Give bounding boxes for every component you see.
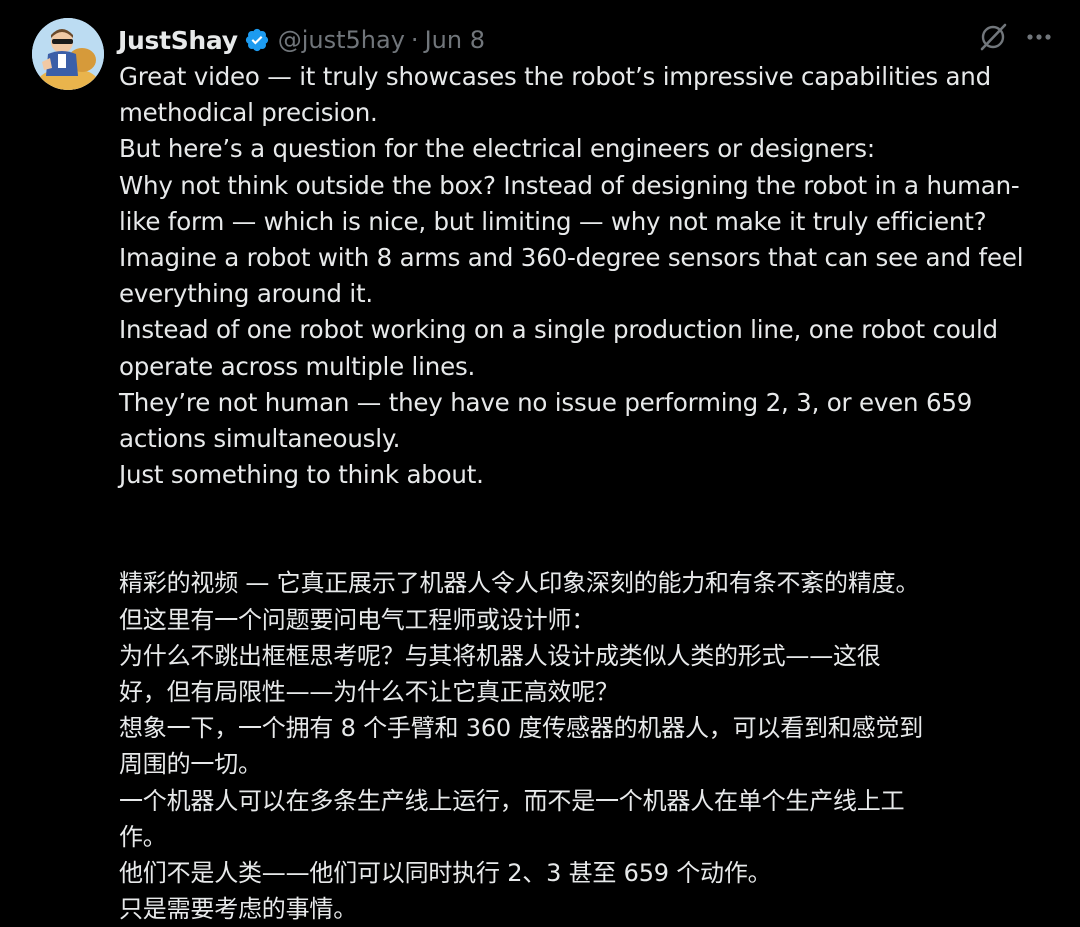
tweet-text-line: They’re not human — they have no issue p… — [119, 387, 973, 417]
tweet-text-line-chinese: 作。 — [119, 822, 167, 851]
tweet-text-line: everything around it. — [119, 279, 373, 309]
display-name[interactable]: JustShay — [118, 26, 238, 55]
tweet-text-line: Great video — it truly showcases the rob… — [119, 62, 991, 91]
tweet-text-line-chinese: 但这里有一个问题要问电气工程师或设计师： — [119, 605, 595, 634]
tweet-text-line-chinese: 精彩的视频 — 它真正展示了机器人令人印象深刻的能力和有条不紊的精度。 — [119, 569, 920, 598]
more-dots-icon[interactable] — [1024, 22, 1054, 52]
tweet-text-line-chinese: 只是需要考虑的事情。 — [119, 895, 357, 924]
avatar-illustration-icon — [32, 18, 104, 90]
grok-icon[interactable] — [978, 22, 1008, 52]
tweet-text-line-chinese: 一个机器人可以在多条生产线上运行，而不是一个机器人在单个生产线上工 — [119, 786, 905, 815]
tweet-text-line: But here’s a question for the electrical… — [119, 134, 875, 164]
tweet-text-line-chinese: 好，但有局限性——为什么不让它真正高效呢？ — [119, 678, 619, 707]
tweet-text-line: Why not think outside the box? Instead o… — [119, 170, 1020, 200]
avatar[interactable] — [32, 18, 104, 90]
separator-dot: · — [410, 26, 419, 54]
tweet-actions — [978, 22, 1054, 52]
tweet-text-line: Just something to think about. — [119, 460, 484, 490]
tweet-date[interactable]: Jun 8 — [425, 26, 485, 54]
tweet-text-line: like form — which is nice, but limiting … — [119, 206, 987, 236]
user-handle[interactable]: @just5hay — [278, 26, 405, 54]
tweet-text-line: actions simultaneously. — [119, 424, 401, 454]
verified-badge-icon — [244, 27, 270, 53]
tweet-header: JustShay @just5hay · Jun 8 — [118, 20, 485, 60]
tweet-text-line-chinese: 周围的一切。 — [119, 750, 262, 779]
tweet-text-line: operate across multiple lines. — [119, 351, 476, 381]
tweet-text-line-chinese: 他们不是人类——他们可以同时执行 2、3 甚至 659 个动作。 — [119, 859, 772, 888]
tweet-text-line: methodical precision. — [119, 98, 378, 128]
tweet-text-line: Imagine a robot with 8 arms and 360-degr… — [119, 243, 1024, 273]
tweet-text-line-chinese: 想象一下，一个拥有 8 个手臂和 360 度传感器的机器人，可以看到和感觉到 — [119, 714, 923, 743]
tweet-text: Great video — it truly showcases the rob… — [119, 59, 1069, 927]
tweet-text-line: Instead of one robot working on a single… — [119, 315, 998, 345]
tweet-text-line-chinese: 为什么不跳出框框思考呢？与其将机器人设计成类似人类的形式——这很 — [119, 641, 881, 670]
